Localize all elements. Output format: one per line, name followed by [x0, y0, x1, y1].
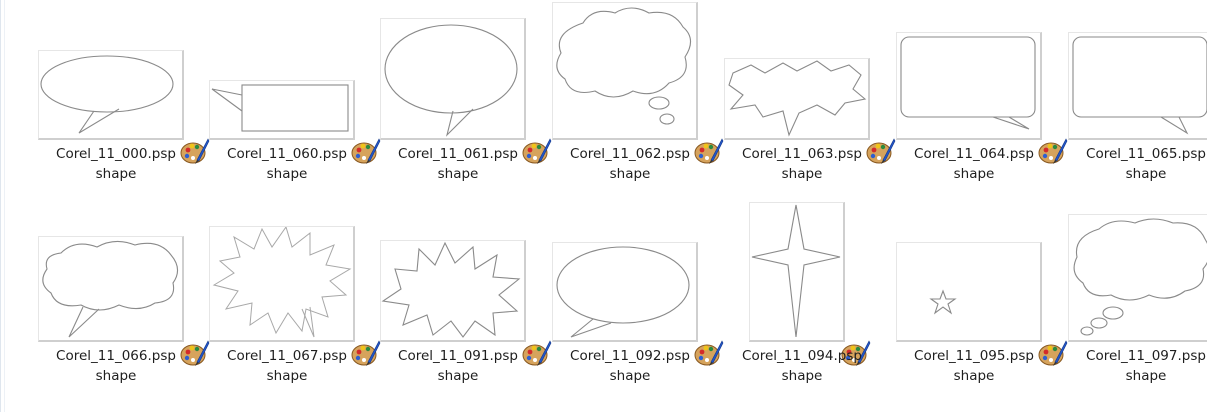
file-name: Corel_11_091.psp: [398, 348, 518, 364]
file-label[interactable]: Corel_11_097.pspshape: [1060, 346, 1207, 386]
file-item[interactable]: Corel_11_091.pspshape: [372, 222, 552, 397]
file-thumbnail[interactable]: [30, 20, 210, 164]
file-type: shape: [95, 368, 137, 384]
file-thumbnail[interactable]: [888, 222, 1068, 366]
file-type: shape: [1125, 166, 1167, 182]
shape-preview: [209, 226, 381, 366]
shape-preview: [552, 2, 724, 164]
file-item[interactable]: Corel_11_061.pspshape: [372, 18, 552, 195]
shape-preview: [724, 58, 896, 164]
file-label[interactable]: Corel_11_095.pspshape: [888, 346, 1060, 386]
file-type: shape: [953, 166, 995, 182]
file-name: Corel_11_065.psp: [1086, 146, 1206, 162]
file-type: shape: [437, 368, 479, 384]
file-type: shape: [95, 166, 137, 182]
burst-bold-shape: [381, 241, 521, 338]
shape-preview: [749, 202, 871, 366]
small-star-shape: [929, 289, 957, 315]
file-item[interactable]: Corel_11_066.pspshape: [30, 222, 210, 397]
file-type: shape: [1125, 368, 1167, 384]
file-item[interactable]: Corel_11_092.pspshape: [544, 222, 724, 397]
file-item[interactable]: Corel_11_062.pspshape: [544, 2, 724, 195]
shape-preview: [38, 50, 210, 164]
cloud-thought-shape: [556, 7, 692, 125]
shape-preview: [552, 242, 724, 366]
shape-preview: [1068, 32, 1207, 140]
file-label[interactable]: Corel_11_000.pspshape: [30, 144, 202, 184]
shape-preview: [1068, 214, 1207, 342]
shape-preview: [380, 18, 552, 164]
file-name: Corel_11_066.psp: [56, 348, 176, 364]
file-item[interactable]: Corel_11_094.pspshape: [716, 202, 888, 397]
rounded-rect-callout-2-shape: [1072, 36, 1207, 135]
file-label[interactable]: Corel_11_067.pspshape: [201, 346, 373, 386]
four-point-star-shape: [751, 204, 841, 338]
file-name: Corel_11_094.psp: [742, 348, 862, 364]
file-label[interactable]: Corel_11_064.pspshape: [888, 144, 1060, 184]
file-label[interactable]: Corel_11_066.pspshape: [30, 346, 202, 386]
file-type: shape: [266, 368, 308, 384]
file-label[interactable]: Corel_11_061.pspshape: [372, 144, 544, 184]
file-type: shape: [781, 368, 823, 384]
file-thumbnail[interactable]: [201, 20, 381, 164]
file-label[interactable]: Corel_11_062.pspshape: [544, 144, 716, 184]
file-thumbnail[interactable]: [888, 20, 1068, 164]
file-thumbnail[interactable]: [201, 222, 381, 366]
shape-preview: [896, 242, 1068, 366]
file-label[interactable]: Corel_11_063.pspshape: [716, 144, 888, 184]
file-thumbnail[interactable]: [30, 222, 210, 366]
file-type: shape: [437, 166, 479, 182]
file-label[interactable]: Corel_11_065.pspshape: [1060, 144, 1207, 184]
file-item[interactable]: Corel_11_097.pspshape: [1060, 214, 1207, 397]
oval-bubble-2-shape: [556, 246, 690, 338]
shape-preview: [896, 32, 1068, 164]
file-name: Corel_11_000.psp: [56, 146, 176, 162]
file-item[interactable]: Corel_11_095.pspshape: [888, 222, 1068, 397]
rect-callout-left-shape: [211, 84, 349, 132]
burst-light-shape: [212, 227, 352, 338]
jagged-banner-shape: [728, 60, 867, 137]
round-bubble-shape: [384, 24, 518, 137]
file-item[interactable]: Corel_11_063.pspshape: [716, 20, 896, 195]
file-thumbnail[interactable]: [372, 222, 552, 366]
file-item[interactable]: Corel_11_065.pspshape: [1060, 20, 1207, 195]
file-item[interactable]: Corel_11_064.pspshape: [888, 20, 1068, 195]
oval-bubble-shape: [40, 55, 174, 134]
file-type: shape: [609, 368, 651, 384]
file-thumbnail[interactable]: [544, 222, 724, 366]
file-label[interactable]: Corel_11_094.pspshape: [716, 346, 888, 386]
file-label[interactable]: Corel_11_091.pspshape: [372, 346, 544, 386]
file-thumbnail[interactable]: [716, 202, 888, 366]
file-thumbnail[interactable]: [716, 20, 896, 164]
file-grid: Corel_11_000.pspshape Corel_11_060.pspsh…: [0, 0, 1207, 412]
shape-preview: [38, 236, 210, 366]
cloud-thought-2-shape: [1073, 218, 1207, 336]
file-name: Corel_11_095.psp: [914, 348, 1034, 364]
rounded-rect-callout-shape: [900, 36, 1036, 130]
file-type: shape: [609, 166, 651, 182]
file-type: shape: [266, 166, 308, 182]
file-type: shape: [781, 166, 823, 182]
file-item[interactable]: Corel_11_067.pspshape: [201, 222, 381, 397]
file-label[interactable]: Corel_11_060.pspshape: [201, 144, 373, 184]
file-label[interactable]: Corel_11_092.pspshape: [544, 346, 716, 386]
file-type: shape: [953, 368, 995, 384]
file-name: Corel_11_060.psp: [227, 146, 347, 162]
file-name: Corel_11_064.psp: [914, 146, 1034, 162]
file-name: Corel_11_062.psp: [570, 146, 690, 162]
file-thumbnail[interactable]: [372, 18, 552, 164]
file-name: Corel_11_067.psp: [227, 348, 347, 364]
shape-preview: [209, 80, 381, 164]
file-name: Corel_11_092.psp: [570, 348, 690, 364]
cloud-speech-shape: [42, 240, 179, 338]
file-thumbnail[interactable]: [1060, 214, 1207, 342]
file-name: Corel_11_097.psp: [1086, 348, 1206, 364]
file-item[interactable]: Corel_11_060.pspshape: [201, 20, 381, 195]
file-thumbnail[interactable]: [544, 2, 724, 164]
file-thumbnail[interactable]: [1060, 20, 1207, 140]
file-item[interactable]: Corel_11_000.pspshape: [30, 20, 210, 195]
file-name: Corel_11_063.psp: [742, 146, 862, 162]
shape-preview: [380, 240, 552, 366]
file-name: Corel_11_061.psp: [398, 146, 518, 162]
